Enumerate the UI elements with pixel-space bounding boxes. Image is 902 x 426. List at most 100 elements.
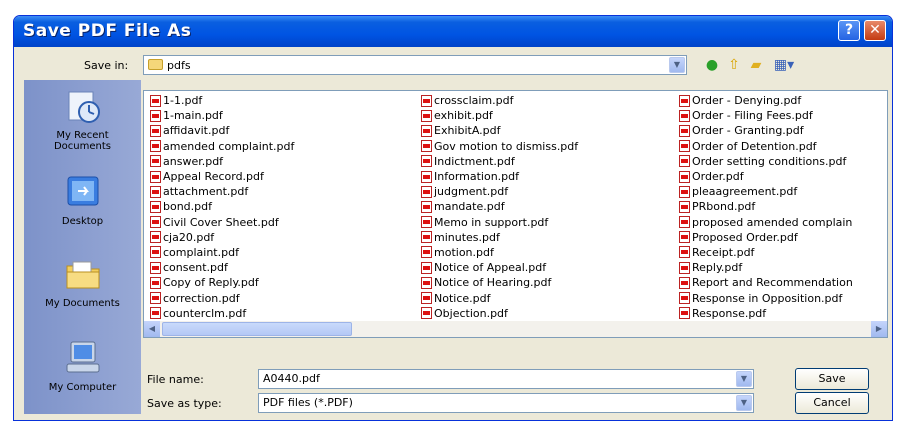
pdf-file-icon bbox=[679, 307, 690, 320]
file-item[interactable]: Receipt.pdf bbox=[679, 245, 853, 260]
file-item[interactable]: amended complaint.pdf bbox=[150, 139, 294, 154]
file-item[interactable]: ExhibitA.pdf bbox=[421, 123, 578, 138]
scroll-thumb[interactable] bbox=[162, 322, 352, 336]
file-item[interactable]: bond.pdf bbox=[150, 199, 294, 214]
chevron-down-icon[interactable]: ▼ bbox=[669, 57, 685, 73]
place-desktop[interactable]: Desktop bbox=[24, 174, 141, 227]
pdf-file-icon bbox=[421, 231, 432, 244]
pdf-file-icon bbox=[679, 292, 690, 305]
file-name-text: judgment.pdf bbox=[434, 185, 509, 199]
back-icon[interactable]: ● bbox=[703, 56, 721, 74]
file-item[interactable]: Objection.pdf bbox=[421, 306, 578, 321]
close-button[interactable]: ✕ bbox=[864, 20, 886, 41]
file-item[interactable]: correction.pdf bbox=[150, 290, 294, 305]
save-in-dropdown[interactable]: pdfs ▼ bbox=[143, 55, 687, 75]
file-column: crossclaim.pdf exhibit.pdf ExhibitA.pdf Gov… bbox=[421, 93, 578, 321]
view-menu-icon[interactable]: ▦▾ bbox=[771, 56, 797, 74]
file-item[interactable]: Appeal Record.pdf bbox=[150, 169, 294, 184]
pdf-file-icon bbox=[150, 307, 161, 320]
file-item[interactable]: PRbond.pdf bbox=[679, 199, 853, 214]
file-item[interactable]: exhibit.pdf bbox=[421, 108, 578, 123]
place-label: My Recent Documents bbox=[53, 130, 112, 152]
file-item[interactable]: mandate.pdf bbox=[421, 199, 578, 214]
scroll-right-icon[interactable]: ▶ bbox=[871, 321, 887, 337]
file-item[interactable]: 1-1.pdf bbox=[150, 93, 294, 108]
desktop-icon bbox=[67, 176, 98, 206]
file-name-text: Response in Opposition.pdf bbox=[692, 291, 843, 305]
file-item[interactable]: answer.pdf bbox=[150, 154, 294, 169]
file-item[interactable]: 1-main.pdf bbox=[150, 108, 294, 123]
pdf-file-icon bbox=[679, 170, 690, 183]
place-my-computer[interactable]: My Computer bbox=[24, 340, 141, 393]
file-item[interactable]: cja20.pdf bbox=[150, 230, 294, 245]
file-item[interactable]: Order - Granting.pdf bbox=[679, 123, 853, 138]
scroll-left-icon[interactable]: ◀ bbox=[144, 321, 160, 337]
file-item[interactable]: Copy of Reply.pdf bbox=[150, 275, 294, 290]
file-name-value: A0440.pdf bbox=[263, 372, 320, 385]
file-name-input[interactable]: A0440.pdf ▼ bbox=[258, 369, 754, 389]
file-item[interactable]: consent.pdf bbox=[150, 260, 294, 275]
file-name-text: Memo in support.pdf bbox=[434, 215, 549, 229]
file-item[interactable]: Indictment.pdf bbox=[421, 154, 578, 169]
file-item[interactable]: proposed amended complain bbox=[679, 215, 853, 230]
file-item[interactable]: complaint.pdf bbox=[150, 245, 294, 260]
file-name-text: Order of Detention.pdf bbox=[692, 139, 817, 153]
file-item[interactable]: pleaagreement.pdf bbox=[679, 184, 853, 199]
file-item[interactable]: Proposed Order.pdf bbox=[679, 230, 853, 245]
file-name-text: mandate.pdf bbox=[434, 200, 505, 214]
file-item[interactable]: Information.pdf bbox=[421, 169, 578, 184]
chevron-down-icon[interactable]: ▼ bbox=[736, 371, 752, 387]
file-item[interactable]: Civil Cover Sheet.pdf bbox=[150, 215, 294, 230]
save-button[interactable]: Save bbox=[795, 368, 869, 390]
file-list[interactable]: 1-1.pdf 1-main.pdf affidavit.pdf amended co… bbox=[143, 90, 888, 338]
horizontal-scrollbar[interactable]: ◀ ▶ bbox=[144, 321, 887, 337]
file-item[interactable]: Order - Filing Fees.pdf bbox=[679, 108, 853, 123]
title-bar[interactable]: Save PDF File As ? ✕ bbox=[14, 16, 892, 47]
place-my-documents[interactable]: My Documents bbox=[24, 256, 141, 309]
file-name-text: correction.pdf bbox=[163, 291, 240, 305]
file-item[interactable]: judgment.pdf bbox=[421, 184, 578, 199]
save-as-type-dropdown[interactable]: PDF files (*.PDF) ▼ bbox=[258, 393, 754, 413]
file-item[interactable]: Order setting conditions.pdf bbox=[679, 154, 853, 169]
file-item[interactable]: Report and Recommendation bbox=[679, 275, 853, 290]
up-folder-icon[interactable]: ⇧ bbox=[725, 56, 743, 74]
file-item[interactable]: Notice.pdf bbox=[421, 290, 578, 305]
pdf-file-icon bbox=[679, 140, 690, 153]
file-name-text: proposed amended complain bbox=[692, 215, 853, 229]
places-bar: My Recent Documents Desktop My Documents bbox=[24, 80, 141, 414]
file-name-text: Order.pdf bbox=[692, 170, 744, 184]
pdf-file-icon bbox=[679, 246, 690, 259]
file-item[interactable]: Order - Denying.pdf bbox=[679, 93, 853, 108]
file-item[interactable]: Reply.pdf bbox=[679, 260, 853, 275]
file-item[interactable]: counterclm.pdf bbox=[150, 306, 294, 321]
file-name-label: File name: bbox=[147, 373, 204, 386]
pdf-file-icon bbox=[150, 216, 161, 229]
file-item[interactable]: Order.pdf bbox=[679, 169, 853, 184]
place-recent-documents[interactable]: My Recent Documents bbox=[24, 88, 141, 152]
file-item[interactable]: attachment.pdf bbox=[150, 184, 294, 199]
file-item[interactable]: Notice of Hearing.pdf bbox=[421, 275, 578, 290]
new-folder-icon[interactable]: ▰ bbox=[747, 56, 765, 74]
file-item[interactable]: affidavit.pdf bbox=[150, 123, 294, 138]
pdf-file-icon bbox=[421, 109, 432, 122]
file-item[interactable]: minutes.pdf bbox=[421, 230, 578, 245]
save-in-value: pdfs bbox=[167, 59, 191, 72]
file-item[interactable]: Response in Opposition.pdf bbox=[679, 290, 853, 305]
file-item[interactable]: Order of Detention.pdf bbox=[679, 139, 853, 154]
cancel-button[interactable]: Cancel bbox=[795, 392, 869, 414]
pdf-file-icon bbox=[679, 261, 690, 274]
pdf-file-icon bbox=[421, 140, 432, 153]
file-item[interactable]: motion.pdf bbox=[421, 245, 578, 260]
file-name-text: Indictment.pdf bbox=[434, 154, 515, 168]
file-name-text: Response.pdf bbox=[692, 306, 767, 320]
help-button[interactable]: ? bbox=[838, 20, 860, 41]
file-item[interactable]: Gov motion to dismiss.pdf bbox=[421, 139, 578, 154]
file-item[interactable]: Notice of Appeal.pdf bbox=[421, 260, 578, 275]
file-name-text: motion.pdf bbox=[434, 245, 494, 259]
file-item[interactable]: Memo in support.pdf bbox=[421, 215, 578, 230]
file-item[interactable]: Response.pdf bbox=[679, 306, 853, 321]
folder-icon bbox=[148, 59, 163, 70]
file-item[interactable]: crossclaim.pdf bbox=[421, 93, 578, 108]
chevron-down-icon[interactable]: ▼ bbox=[736, 395, 752, 411]
file-name-text: Copy of Reply.pdf bbox=[163, 276, 259, 290]
